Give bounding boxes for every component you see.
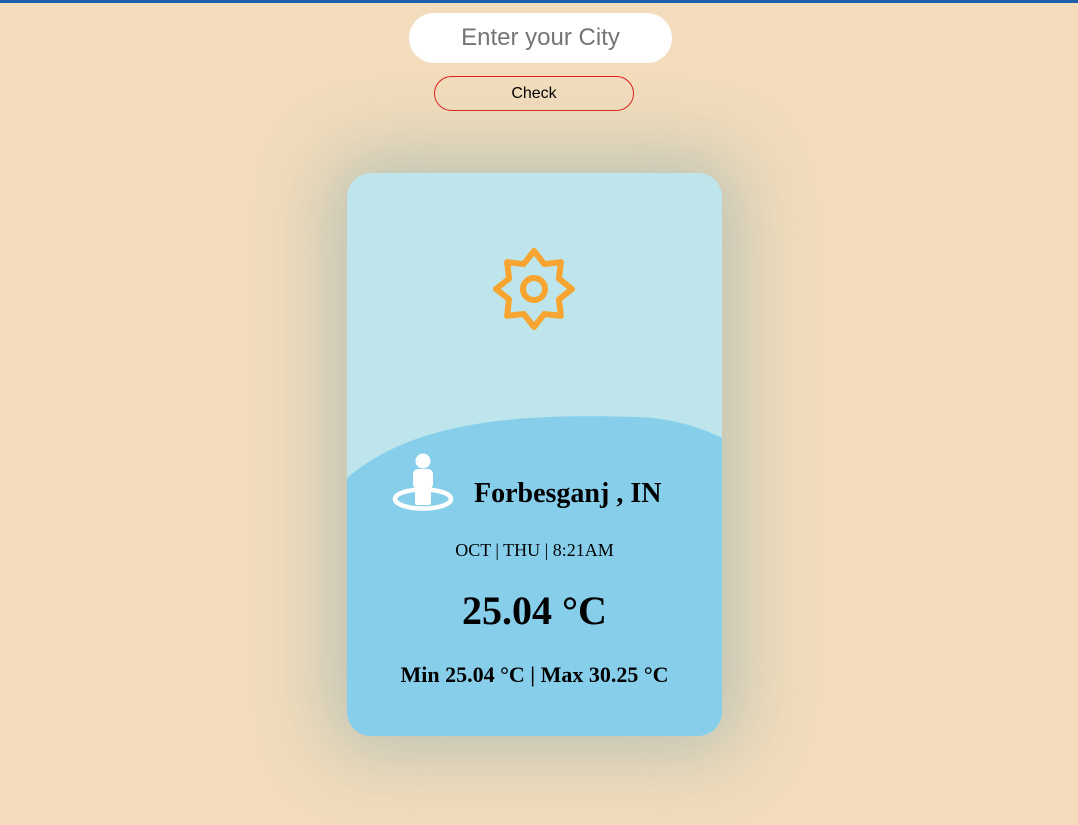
city-search-input[interactable] — [409, 13, 672, 63]
city-name: Forbesganj , IN — [474, 478, 662, 509]
temperature: 25.04 °C — [462, 588, 607, 633]
weather-card: Forbesganj , IN OCT | THU | 8:21AM 25.04… — [347, 173, 722, 736]
date-time: OCT | THU | 8:21AM — [455, 540, 614, 560]
min-max-temperature: Min 25.04 °C | Max 30.25 °C — [400, 662, 669, 687]
sun-icon — [493, 248, 575, 330]
top-border-line — [0, 0, 1078, 3]
person-location-icon — [392, 453, 454, 511]
check-button[interactable]: Check — [434, 76, 634, 111]
